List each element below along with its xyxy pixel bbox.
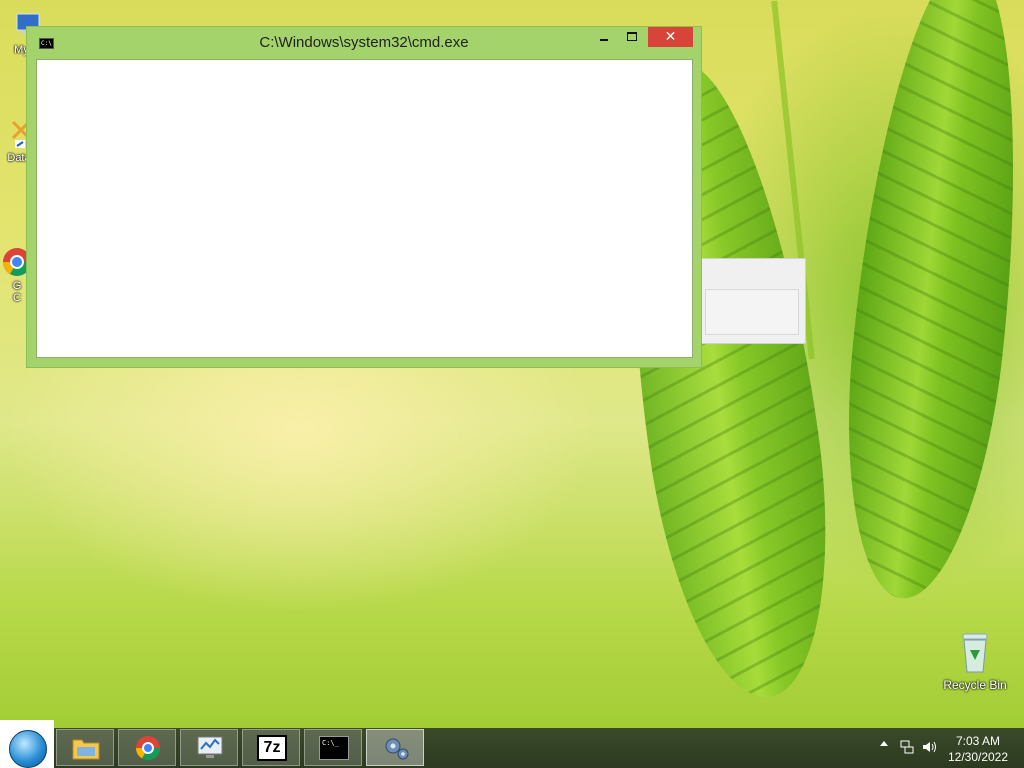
taskbar-file-explorer[interactable] bbox=[56, 729, 114, 766]
7zip-icon: 7z bbox=[257, 735, 287, 761]
console-area[interactable] bbox=[36, 59, 693, 358]
clock-time: 7:03 AM bbox=[955, 734, 1001, 748]
background-dialog-panel bbox=[705, 289, 799, 335]
start-orb-icon bbox=[9, 730, 47, 768]
close-icon: ✕ bbox=[664, 28, 677, 44]
wallpaper-leaf-right bbox=[826, 0, 1024, 607]
taskbar-cmd[interactable]: C:\_ bbox=[304, 729, 362, 766]
7zip-icon-text: 7z bbox=[263, 739, 281, 756]
system-tray: 7:03 AM 12/30/2022 bbox=[864, 728, 1024, 768]
maximize-button[interactable] bbox=[619, 27, 645, 47]
network-icon[interactable] bbox=[900, 740, 914, 754]
desktop-icon-recycle-bin[interactable]: Recycle Bin bbox=[940, 630, 1010, 692]
clock-date: 12/30/2022 bbox=[947, 750, 1009, 764]
window-titlebar[interactable]: C:\ C:\Windows\system32\cmd.exe ✕ bbox=[27, 27, 701, 59]
desktop-icon-label: G C bbox=[12, 280, 22, 304]
taskbar-chrome[interactable] bbox=[118, 729, 176, 766]
volume-icon[interactable] bbox=[922, 740, 938, 754]
chrome-icon bbox=[133, 734, 163, 762]
folder-icon bbox=[71, 734, 101, 762]
show-hidden-icons-icon[interactable] bbox=[880, 741, 888, 746]
taskbar: 7z C:\_ 7:03 AM 12/30/2022 bbox=[0, 720, 1024, 768]
close-button[interactable]: ✕ bbox=[648, 27, 693, 47]
monitor-icon bbox=[195, 734, 225, 762]
clock[interactable]: 7:03 AM 12/30/2022 bbox=[946, 733, 1010, 765]
start-button[interactable] bbox=[0, 720, 54, 768]
minimize-button[interactable] bbox=[591, 27, 617, 47]
cmd-icon-text: C:\_ bbox=[322, 739, 339, 747]
taskbar-system-monitor[interactable] bbox=[180, 729, 238, 766]
taskbar-settings[interactable] bbox=[366, 729, 424, 766]
taskbar-7zip[interactable]: 7z bbox=[242, 729, 300, 766]
gear-icon bbox=[381, 734, 411, 762]
recycle-bin-icon bbox=[955, 630, 995, 674]
recycle-bin-label: Recycle Bin bbox=[943, 678, 1007, 692]
cmd-window[interactable]: C:\ C:\Windows\system32\cmd.exe ✕ bbox=[26, 26, 702, 368]
cmd-icon: C:\_ bbox=[319, 736, 349, 760]
background-dialog[interactable] bbox=[700, 258, 806, 344]
